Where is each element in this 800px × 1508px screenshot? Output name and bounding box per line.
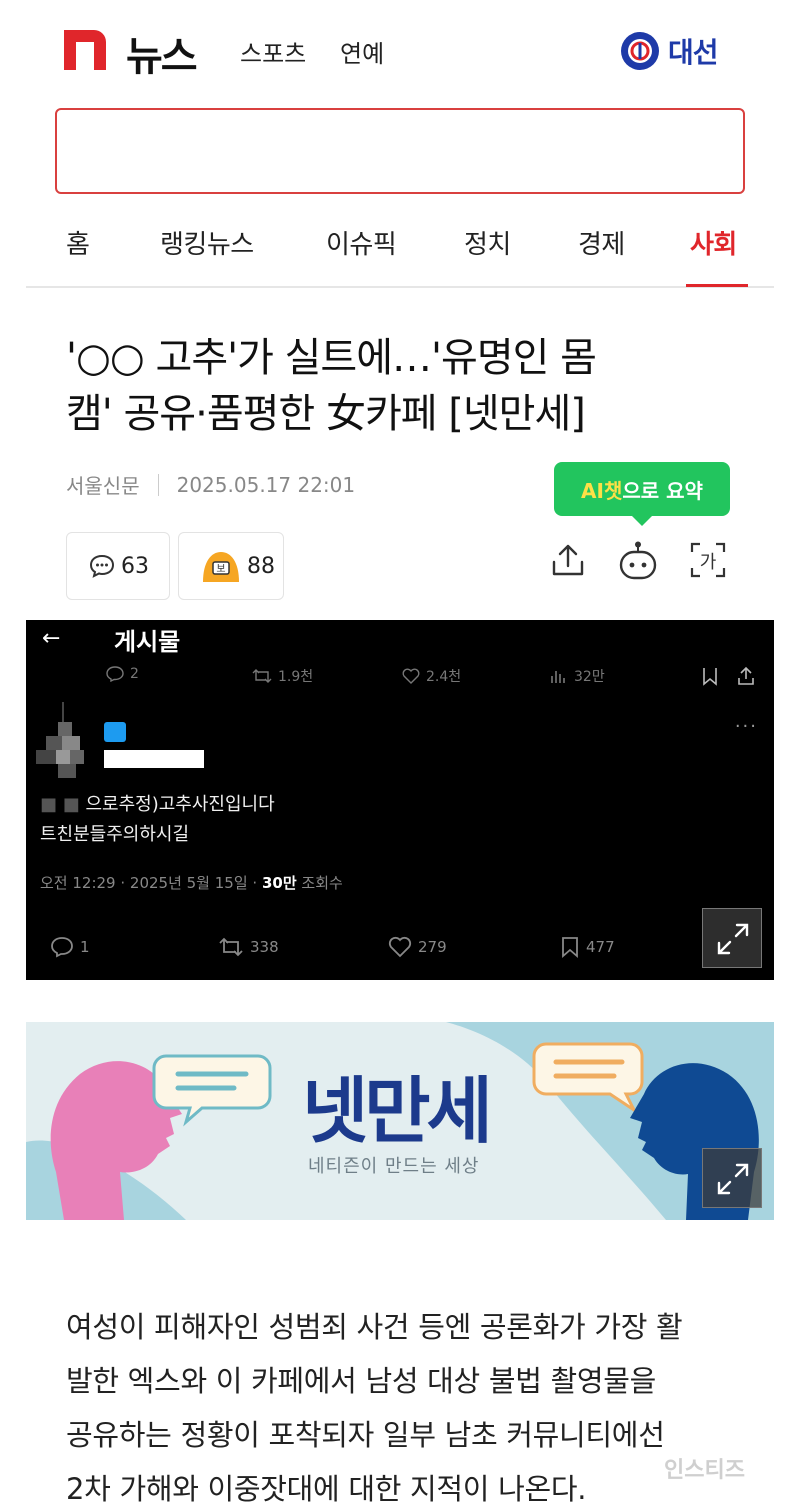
nav-entertainment-link[interactable]: 연예 <box>340 34 384 69</box>
n-logo-icon[interactable] <box>64 30 106 70</box>
tweet-back-arrow: ← <box>42 626 61 651</box>
tweet-bottom-likes: 279 <box>388 936 447 958</box>
nav-sports-link[interactable]: 스포츠 <box>240 34 306 69</box>
tweet-text-redacted: ■ ■ <box>40 794 80 815</box>
tweet-title: 게시물 <box>114 628 181 656</box>
tweet-meta-time: 오전 12:29 · 2025년 5월 15일 · <box>40 874 262 892</box>
retweet-icon <box>252 669 272 683</box>
tweet-text-line-2: 트친분들주의하시길 <box>40 824 190 845</box>
tab-society[interactable]: 사회 <box>690 224 737 261</box>
headline-line-1: '○○ 고추'가 실트에…'유명인 몸 <box>66 335 597 381</box>
reactions-count: 88 <box>247 553 275 579</box>
news-logo-text[interactable]: 뉴스 <box>126 24 198 82</box>
tweet-meta: 오전 12:29 · 2025년 5월 15일 · 30만 조회수 <box>40 872 343 893</box>
election-label: 대선 <box>668 36 719 69</box>
search-input[interactable] <box>55 108 745 194</box>
bookmark-icon <box>703 668 717 686</box>
bookmark-icon <box>562 937 578 958</box>
blurred-avatar <box>36 702 84 778</box>
tweet-bottom-bookmarks: 477 <box>560 936 615 958</box>
ai-chat-label: AI챗 <box>581 478 623 503</box>
tweet-bottom-replies-count: 1 <box>80 938 90 956</box>
publisher-name[interactable]: 서울신문 <box>66 470 140 499</box>
expand-banner-button[interactable] <box>702 1148 762 1208</box>
comments-button[interactable]: 63 <box>66 532 170 600</box>
tweet-bottom-retweets-count: 338 <box>250 938 279 956</box>
tab-ranking-news[interactable]: 랭킹뉴스 <box>160 224 254 261</box>
article-body-line: 2차 가해와 이중잣대에 대한 지적이 나온다. <box>66 1472 587 1506</box>
tab-home[interactable]: 홈 <box>66 224 90 261</box>
ai-bot-icon[interactable] <box>618 540 658 580</box>
font-size-icon[interactable]: 가 <box>688 540 728 580</box>
banner-subtitle: 네티즌이 만드는 세상 <box>308 1156 480 1177</box>
tweet-text-line-1: ■ ■ 으로추정)고추사진입니다 <box>40 790 275 816</box>
comment-icon <box>89 554 115 578</box>
expand-icon <box>717 923 749 955</box>
retweet-icon <box>219 937 243 957</box>
tweet-top-retweets-count: 1.9천 <box>278 669 314 685</box>
tab-politics[interactable]: 정치 <box>464 224 511 261</box>
tab-economy[interactable]: 경제 <box>578 224 625 261</box>
tweet-top-views-count: 32만 <box>574 669 605 685</box>
tweet-top-replies: 2 <box>106 666 139 682</box>
article-headline: '○○ 고추'가 실트에…'유명인 몸 캠' 공유·품평한 女카페 [넷만세] <box>66 330 746 442</box>
views-icon <box>551 671 565 683</box>
tab-issue-pick[interactable]: 이슈픽 <box>326 224 397 261</box>
more-options-icon: ··· <box>734 716 758 737</box>
redacted-username <box>104 750 204 768</box>
emoji-reaction-icon: 보 <box>203 552 239 582</box>
heart-icon <box>388 936 412 958</box>
tweet-top-replies-count: 2 <box>130 666 139 682</box>
site-watermark: 인스티즈 <box>664 1458 745 1483</box>
tweet-top-retweets: 1.9천 <box>252 666 313 686</box>
tweet-bottom-bookmarks-count: 477 <box>586 938 615 956</box>
tweet-bottom-likes-count: 279 <box>418 938 447 956</box>
category-tabs: 홈 랭킹뉴스 이슈픽 정치 경제 사회 <box>26 212 774 288</box>
tweet-bottom-retweets: 338 <box>218 936 279 958</box>
meta-divider <box>157 473 159 496</box>
reply-icon <box>106 666 124 682</box>
reply-icon <box>51 937 73 958</box>
verified-badge-icon <box>104 722 126 742</box>
svg-text:보: 보 <box>216 563 225 575</box>
tweet-meta-views: 30만 <box>261 874 297 892</box>
netmanse-banner[interactable]: 넷만세 네티즌이 만드는 세상 <box>26 1022 774 1220</box>
font-button-label: 가 <box>700 552 717 573</box>
tweet-top-views: 32만 <box>550 666 605 686</box>
tweet-top-likes-count: 2.4천 <box>426 669 462 685</box>
comments-count: 63 <box>121 553 149 579</box>
ai-summary-label: 으로 요약 <box>622 478 703 503</box>
publish-datetime: 2025.05.17 22:01 <box>176 472 356 497</box>
heart-icon <box>402 668 420 684</box>
headline-line-2: 캠' 공유·품평한 女카페 [넷만세] <box>66 391 586 437</box>
tweet-meta-views-label: 조회수 <box>296 874 343 892</box>
article-body-line: 공유하는 정황이 포착되자 일부 남초 커뮤니티에선 <box>66 1418 665 1452</box>
expand-image-button[interactable] <box>702 908 762 968</box>
tweet-share-icon <box>738 666 754 685</box>
active-tab-indicator <box>686 284 748 287</box>
ballot-stamp-icon <box>621 32 659 70</box>
share-icon[interactable] <box>548 540 588 580</box>
article-body: 여성이 피해자인 성범죄 사건 등엔 공론화가 가장 활 발한 엑스와 이 카페… <box>66 1300 742 1508</box>
article-meta: 서울신문 2025.05.17 22:01 <box>66 470 355 499</box>
tweet-top-likes: 2.4천 <box>402 666 461 686</box>
expand-icon <box>717 1163 749 1195</box>
article-body-line: 여성이 피해자인 성범죄 사건 등엔 공론화가 가장 활 <box>66 1310 683 1344</box>
reaction-button[interactable]: 보 88 <box>178 532 284 600</box>
ai-summary-tooltip[interactable]: AI챗 으로 요약 <box>554 462 730 526</box>
election-link[interactable]: 대선 <box>620 30 719 72</box>
banner-title: 넷만세 <box>302 1069 493 1153</box>
tweet-text-1: 으로추정)고추사진입니다 <box>85 794 275 815</box>
article-image-tweet[interactable]: ← 게시물 2 1.9천 2.4천 32만 ··· ■ ■ 으로추정)고추사진입… <box>26 620 774 980</box>
site-header: 뉴스 스포츠 연예 대선 <box>0 0 800 100</box>
tweet-bottom-replies: 1 <box>50 936 90 958</box>
article-body-line: 발한 엑스와 이 카페에서 남성 대상 불법 촬영물을 <box>66 1364 657 1398</box>
